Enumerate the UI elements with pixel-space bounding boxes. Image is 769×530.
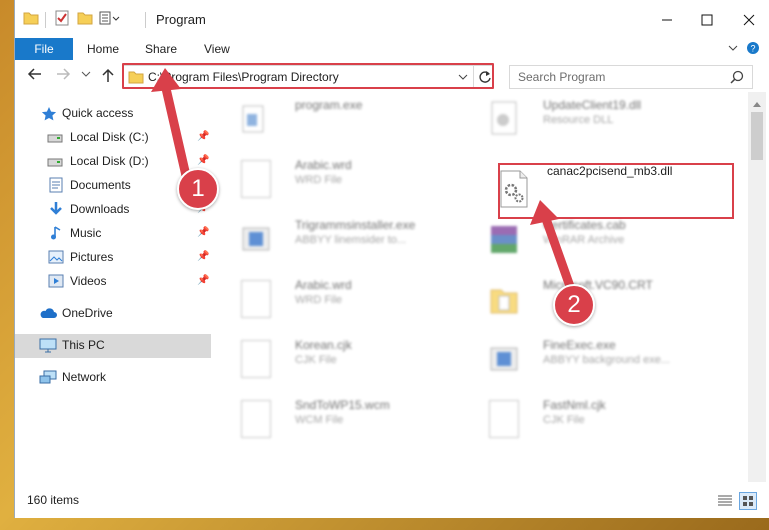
annotation-arrows — [151, 68, 577, 297]
step-1-badge: 1 — [177, 168, 219, 210]
details-view-icon[interactable] — [717, 494, 733, 511]
large-icons-view-icon[interactable] — [739, 492, 757, 510]
status-bar: 160 items — [15, 482, 769, 518]
step-2-badge: 2 — [553, 284, 595, 326]
item-count: 160 items — [27, 493, 80, 507]
explorer-window: Program File Home Share View ? C:\Progra… — [14, 0, 769, 518]
